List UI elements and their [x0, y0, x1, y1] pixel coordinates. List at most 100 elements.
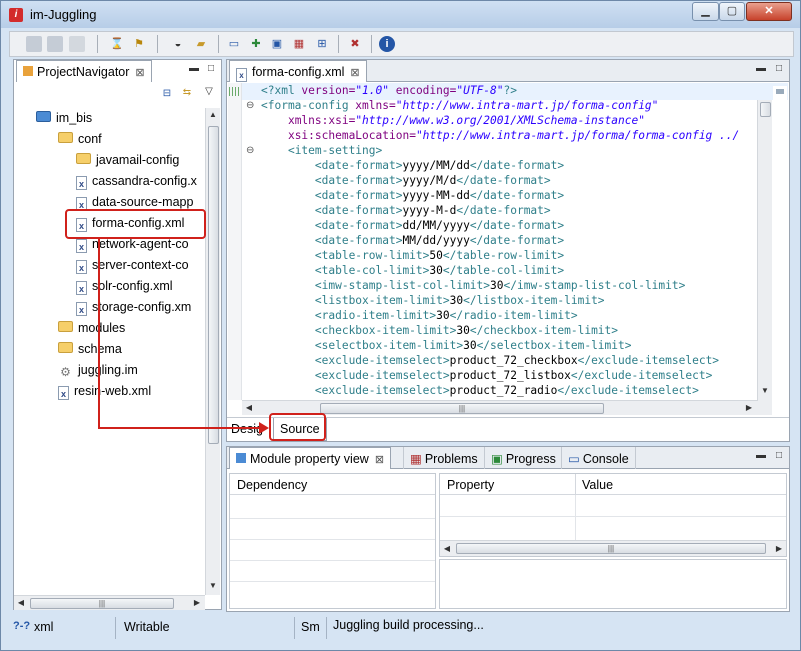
app-icon: i — [9, 8, 23, 22]
tree-item[interactable]: x resin-web.xml — [58, 381, 151, 401]
tree-item[interactable]: ⚙ juggling.im — [58, 360, 138, 380]
tab-forma-config[interactable]: x forma-config.xml ⊠ — [229, 60, 367, 82]
code-line: <exclude-itemselect>product_72_listbox</… — [314, 369, 713, 382]
folder-icon — [58, 321, 73, 332]
link-editor-icon[interactable]: ⇆ — [180, 87, 194, 101]
close-window-button[interactable]: ✕ — [746, 2, 792, 21]
xml-file-icon: x — [76, 302, 87, 316]
add-module-icon[interactable]: ✚ — [248, 36, 264, 52]
maximize-view-icon[interactable]: □ — [772, 450, 786, 464]
minimize-view-icon[interactable]: ▬ — [187, 63, 201, 77]
code-line: <selectbox-item-limit>30</selectbox-item… — [314, 339, 632, 352]
view-menu-icon[interactable]: ▽ — [202, 86, 216, 100]
fold-toggle-icon[interactable]: ⊖ — [246, 100, 254, 111]
tree-item[interactable]: javamail-config — [76, 150, 179, 170]
tab-project-navigator[interactable]: ProjectNavigator ⊠ — [16, 60, 152, 82]
save-icon[interactable] — [26, 36, 42, 52]
console-icon: ▭ — [568, 452, 580, 466]
server-icon[interactable]: ◒ — [170, 36, 186, 52]
tab-label: Console — [582, 452, 629, 466]
dependency-list[interactable]: Dependency — [229, 473, 436, 609]
gear-file-icon: ⚙ — [60, 365, 71, 379]
code-line: <date-format>yyyy/M/d</date-format> — [314, 174, 551, 187]
property-header[interactable]: Property — [447, 478, 494, 492]
main-toolbar: ⌛ ⚑ ◒ ▰ ▭ ✚ ▣ ▦ ⊞ ✖ i — [9, 31, 794, 57]
bottom-panel: Module property view ⊠ ▦ Problems ▣ Progres… — [226, 446, 790, 612]
save-as-icon[interactable] — [47, 36, 63, 52]
maximize-view-icon[interactable]: □ — [772, 63, 786, 77]
xml-file-icon: x — [76, 281, 87, 295]
tree-item-label: im_bis — [56, 111, 93, 125]
monitor-icon[interactable]: ▭ — [226, 36, 242, 52]
navigator-horizontal-scrollbar[interactable]: ◀ ||| ▶ — [14, 595, 205, 610]
tree-item-label: conf — [78, 132, 102, 146]
value-header[interactable]: Value — [582, 478, 613, 492]
tab-progress[interactable]: ▣ Progress — [484, 447, 562, 469]
close-tab-icon[interactable]: ⊠ — [375, 454, 384, 466]
tree-item[interactable]: conf — [58, 129, 102, 149]
code-line: <date-format>yyyy-MM-dd</date-format> — [314, 189, 565, 202]
tree-item-label: server-context-co — [92, 258, 189, 272]
tree-item-label: storage-config.xm — [92, 300, 192, 314]
folder-icon — [76, 153, 91, 164]
close-tab-icon[interactable]: ⊠ — [350, 67, 359, 79]
tab-console[interactable]: ▭ Console — [561, 447, 636, 469]
tree-item[interactable]: schema — [58, 339, 122, 359]
xml-file-icon: x — [236, 68, 247, 82]
code-line: <exclude-itemselect>product_72_radio</ex… — [314, 384, 699, 397]
property-table[interactable]: Property Value ◀ ||| ▶ — [439, 473, 787, 557]
tree-item-label: solr-config.xml — [92, 279, 173, 293]
hierarchy-icon[interactable]: ⊞ — [314, 36, 330, 52]
maximize-view-icon[interactable]: □ — [204, 63, 218, 77]
tree-item[interactable]: modules — [58, 318, 125, 338]
close-tab-icon[interactable]: ⊠ — [135, 67, 144, 79]
info-icon[interactable]: i — [379, 36, 395, 52]
build-icon[interactable]: ⌛ — [109, 36, 125, 52]
title-bar[interactable]: i im-Juggling ▁ ▢ ✕ — [1, 1, 800, 28]
window-icon[interactable]: ▣ — [269, 36, 285, 52]
tab-label: forma-config.xml — [252, 65, 345, 79]
minimize-view-icon[interactable]: ▬ — [754, 63, 768, 77]
tools-icon[interactable]: ✖ — [347, 36, 363, 52]
deploy-icon[interactable]: ⚑ — [131, 36, 147, 52]
minimize-button[interactable]: ▁ — [692, 2, 719, 21]
maximize-button[interactable]: ▢ — [719, 2, 745, 21]
navigator-vertical-scrollbar[interactable]: ▲ ▼ — [205, 108, 220, 595]
code-line: <checkbox-item-limit>30</checkbox-item-l… — [314, 324, 619, 337]
tab-label: ProjectNavigator — [37, 65, 130, 79]
open-folder-icon[interactable]: ▰ — [193, 36, 209, 52]
tab-label: Module property view — [250, 452, 369, 466]
overview-ruler — [773, 86, 787, 416]
save-all-icon[interactable] — [69, 36, 85, 52]
tab-module-property-view[interactable]: Module property view ⊠ — [229, 447, 392, 469]
project-icon — [36, 111, 51, 122]
collapse-all-icon[interactable]: ⊟ — [160, 88, 174, 102]
progress-icon: ▣ — [491, 452, 503, 466]
fold-toggle-icon[interactable]: ⊖ — [246, 145, 254, 156]
code-line: xsi:schemaLocation="http://www.intra-mar… — [287, 129, 740, 142]
tree-item[interactable]: x solr-config.xml — [76, 276, 173, 296]
property-view-icon — [236, 453, 246, 463]
editor-vertical-scrollbar[interactable]: ▲ ▼ — [757, 100, 772, 400]
code-line: <listbox-item-limit>30</listbox-item-lim… — [314, 294, 605, 307]
status-file-type: xml — [34, 620, 54, 634]
window-title: im-Juggling — [30, 7, 97, 22]
tree-item-label: modules — [78, 321, 126, 335]
code-line: <table-row-limit>50</table-row-limit> — [314, 249, 565, 262]
dependency-header[interactable]: Dependency — [237, 478, 307, 492]
image-icon[interactable]: ▦ — [291, 36, 307, 52]
tree-item-label: juggling.im — [78, 363, 138, 377]
project-navigator-panel: ProjectNavigator ⊠ ▬ □ ⊟ ⇆ ▽ im_bisconf ja… — [13, 59, 222, 610]
tree-item[interactable]: x storage-config.xm — [76, 297, 191, 317]
tree-item[interactable]: x server-context-co — [76, 255, 189, 275]
tree-item[interactable]: x cassandra-config.x — [76, 171, 197, 191]
tab-problems[interactable]: ▦ Problems — [403, 447, 484, 469]
tree-item-label: javamail-config — [96, 153, 180, 167]
tree-item-label: schema — [78, 342, 122, 356]
problems-icon: ▦ — [410, 452, 422, 466]
tab-design[interactable]: Desig — [231, 422, 263, 436]
property-horizontal-scrollbar[interactable]: ◀ ||| ▶ — [440, 540, 786, 556]
code-line: <forma-config xmlns="http://www.intra-ma… — [261, 99, 659, 112]
minimize-view-icon[interactable]: ▬ — [754, 450, 768, 464]
tree-item[interactable]: im_bis — [36, 108, 92, 128]
